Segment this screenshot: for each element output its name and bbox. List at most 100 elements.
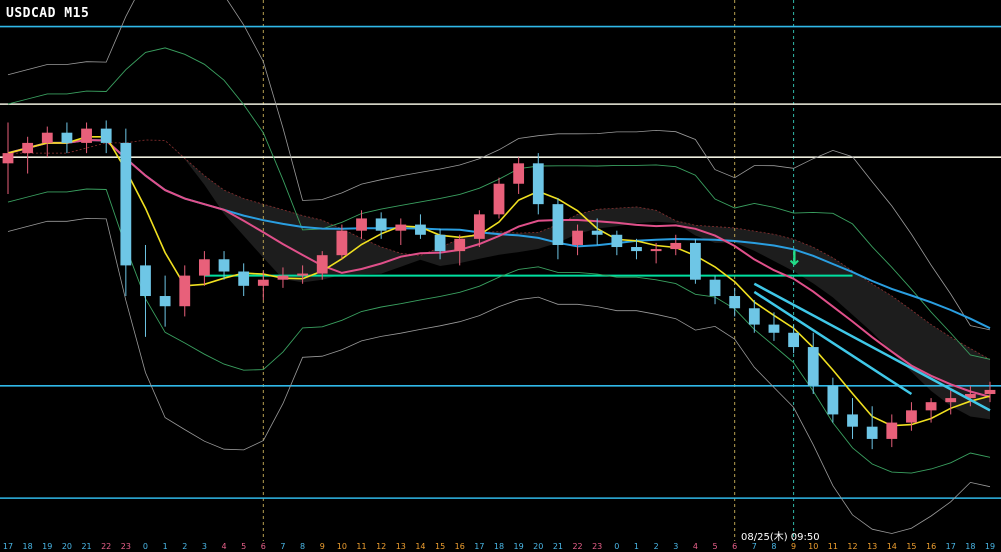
x-tick-label: 1 — [633, 542, 640, 551]
candle-body — [179, 275, 191, 307]
x-tick-label: 2 — [182, 542, 188, 551]
candle-body — [454, 238, 466, 252]
candle-body — [61, 132, 73, 143]
x-tick-label: 3 — [201, 542, 207, 551]
candle-body — [218, 259, 230, 272]
x-tick-label: 11 — [356, 542, 367, 551]
candle-body — [650, 249, 662, 252]
x-tick-label: 21 — [552, 542, 563, 551]
candle-body — [945, 398, 957, 403]
candle-body — [906, 410, 917, 423]
candle-body — [336, 230, 348, 256]
x-tick-label: 19 — [984, 542, 996, 551]
candle-body — [2, 153, 14, 164]
x-tick-label: 19 — [513, 542, 524, 551]
x-tick-label: 12 — [847, 542, 858, 551]
candle-body — [415, 224, 426, 235]
time-axis: 17 18 19 20 21 22 23 0 1 2 3 4 5 6 7 8 9 10 11 12 13 14 15 16 17… — [0, 541, 1001, 552]
candle-body — [552, 204, 564, 245]
x-tick-label: 6 — [732, 542, 738, 551]
candle-body — [81, 128, 92, 143]
candle-body — [631, 247, 642, 252]
x-tick-label: 4 — [221, 542, 227, 551]
x-tick-label: 7 — [751, 542, 757, 551]
x-tick-label: 2 — [653, 542, 659, 551]
x-tick-label: 9 — [791, 542, 797, 551]
candle-body — [41, 132, 53, 143]
sell-signal-arrow-icon: ↓ — [786, 246, 803, 270]
candle-body — [434, 234, 446, 252]
candle-body — [395, 224, 407, 231]
candle-body — [356, 218, 367, 231]
x-tick-label: 17 — [2, 542, 14, 551]
candle-body — [807, 347, 819, 386]
price-chart — [0, 0, 1001, 541]
candle-body — [297, 273, 309, 276]
candle-body — [277, 275, 289, 280]
x-tick-label: 13 — [867, 542, 878, 551]
candle-body — [257, 279, 269, 286]
candle-body — [827, 385, 839, 415]
candle-body — [670, 242, 682, 250]
candle-body — [493, 183, 505, 215]
candle-body — [140, 265, 151, 297]
candle-body — [572, 230, 583, 245]
x-tick-label: 14 — [886, 542, 897, 551]
candle-body — [886, 422, 898, 439]
x-tick-label: 8 — [300, 542, 306, 551]
x-tick-label: 3 — [673, 542, 679, 551]
x-tick-label: 15 — [906, 542, 917, 551]
x-tick-label: 9 — [319, 542, 325, 551]
x-tick-label: 20 — [533, 542, 544, 551]
candle-body — [768, 324, 780, 333]
candle-body — [925, 402, 937, 411]
candle-body — [984, 389, 996, 395]
x-tick-label: 5 — [241, 542, 247, 551]
x-tick-label: 1 — [162, 542, 168, 551]
candle-body — [532, 163, 544, 205]
x-tick-label: 5 — [712, 542, 718, 551]
candle-body — [375, 218, 387, 231]
x-tick-label: 17 — [474, 542, 485, 551]
x-tick-label: 4 — [692, 542, 698, 551]
x-tick-label: 0 — [142, 542, 149, 551]
x-tick-label: 21 — [81, 542, 92, 551]
x-tick-label: 6 — [260, 542, 266, 551]
candle-body — [316, 255, 328, 274]
x-tick-label: 17 — [945, 542, 956, 551]
x-tick-label: 19 — [42, 542, 53, 551]
candle-body — [866, 426, 878, 439]
candle-body — [591, 230, 603, 235]
x-tick-label: 22 — [572, 542, 583, 551]
x-tick-label: 22 — [101, 542, 112, 551]
candle-body — [689, 242, 701, 280]
candle-body — [473, 214, 485, 239]
x-tick-label: 12 — [376, 542, 387, 551]
candle-body — [788, 332, 800, 348]
candle-body — [748, 308, 760, 325]
x-tick-label: 18 — [965, 542, 976, 551]
chart-title: USDCAD M15 — [6, 6, 90, 21]
candle-body — [729, 296, 741, 309]
x-tick-label: 10 — [336, 542, 347, 551]
x-tick-label: 8 — [771, 542, 777, 551]
x-tick-label: 18 — [22, 542, 33, 551]
candle-body — [120, 142, 132, 266]
x-tick-label: 13 — [395, 542, 406, 551]
x-tick-label: 16 — [454, 542, 465, 551]
x-tick-label: 16 — [925, 542, 937, 551]
x-tick-label: 14 — [415, 542, 426, 551]
candle-body — [513, 163, 525, 184]
x-tick-label: 7 — [280, 542, 286, 551]
x-tick-label: 23 — [120, 542, 131, 551]
x-tick-label: 10 — [808, 542, 819, 551]
candle-body — [238, 271, 250, 286]
candle-body — [847, 414, 858, 427]
chart-window: USDCAD M15 ↓ 08/25(木) 09:50 17 18 19 20 21 22… — [0, 0, 1001, 552]
candle-body — [159, 296, 171, 307]
x-tick-label: 0 — [614, 542, 620, 551]
candle-body — [611, 234, 623, 248]
candle-body — [100, 128, 112, 143]
candle-body — [22, 142, 34, 154]
candle-body — [198, 259, 210, 276]
